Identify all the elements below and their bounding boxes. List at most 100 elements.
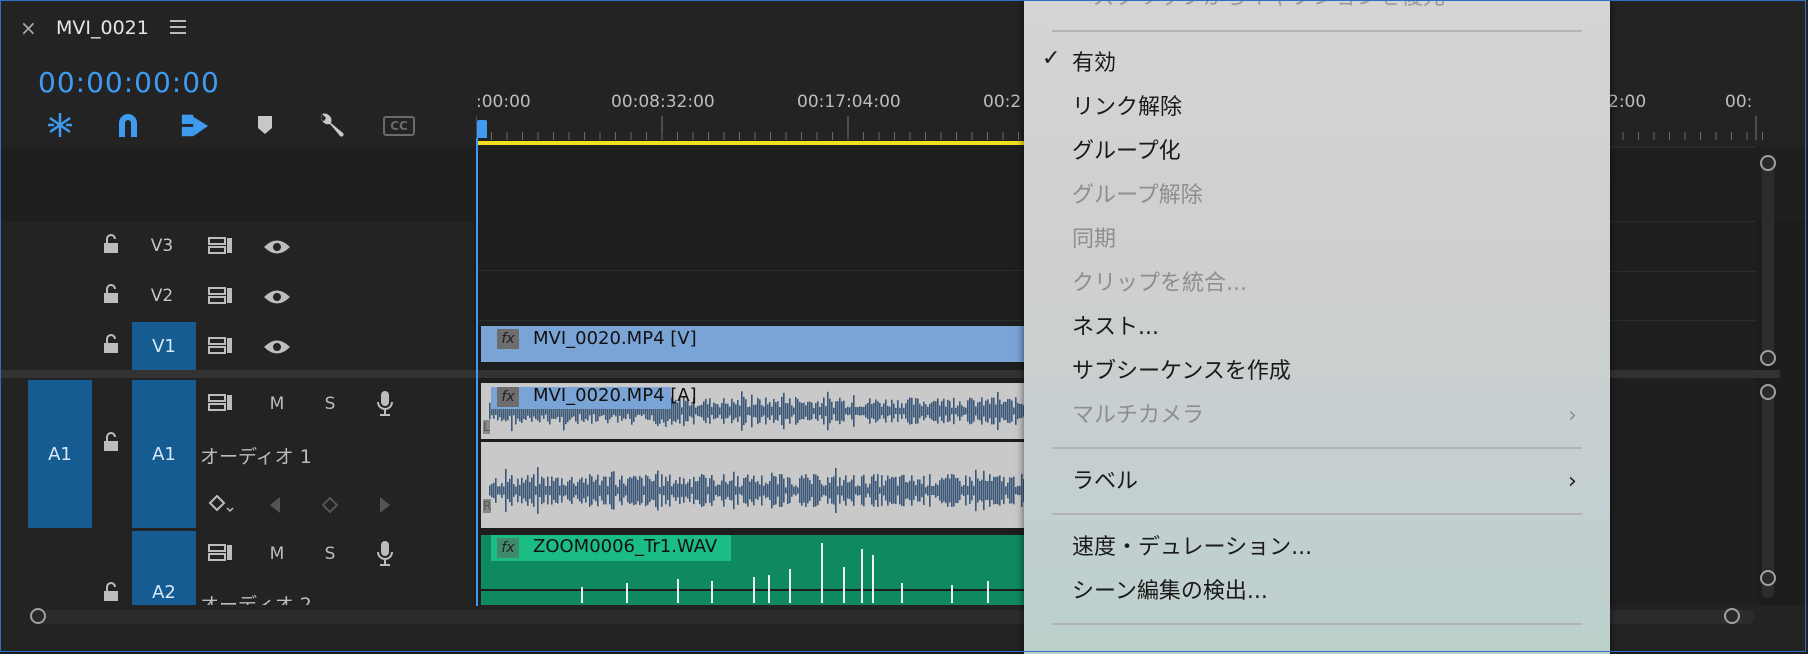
menu-item-make-subsequence[interactable]: サブシーケンスを作成 xyxy=(1072,354,1291,390)
track-name-a2-text: オーディオ 2 xyxy=(200,594,312,605)
lane-line xyxy=(1610,271,1756,272)
clip-name: MVI_0020.MP4 [A] xyxy=(533,385,697,406)
playhead-handle[interactable] xyxy=(477,120,487,138)
playhead-line xyxy=(476,138,478,606)
video-clip[interactable]: fx MVI_0020.MP4 [V] xyxy=(481,326,1024,362)
scroll-knob[interactable] xyxy=(1760,570,1776,586)
menu-item-unlink[interactable]: リンク解除 xyxy=(1072,90,1182,126)
lock-icon[interactable] xyxy=(102,234,120,258)
snap-icon[interactable] xyxy=(113,110,143,140)
work-area-bar[interactable] xyxy=(478,141,1024,145)
track-target-a1[interactable]: A1 xyxy=(132,380,196,528)
mute-button[interactable]: M xyxy=(266,544,288,564)
track-name-a2[interactable]: オーディオ 2 xyxy=(200,590,312,605)
track-target-a2[interactable]: A2 xyxy=(132,531,196,605)
track-target-v1[interactable]: V1 xyxy=(132,322,196,370)
wrench-icon[interactable] xyxy=(316,110,346,140)
menu-item-ungroup[interactable]: グループ解除 xyxy=(1072,178,1203,214)
track-label-v2[interactable]: V2 xyxy=(148,286,176,306)
menu-item-group[interactable]: グループ化 xyxy=(1072,134,1181,170)
zoom-waveform xyxy=(581,543,989,603)
playhead-timecode[interactable]: 00:00:00:00 xyxy=(38,66,220,99)
track-label-a2: A2 xyxy=(152,582,176,603)
context-menu: ーズクリップからキャプションを復元 ✓ 有効 リンク解除 グループ化 グループ解… xyxy=(1024,0,1610,654)
mute-button[interactable]: M xyxy=(266,394,288,414)
insert-overwrite-icon[interactable] xyxy=(45,110,75,140)
menu-item-scene-edit-detection[interactable]: シーン編集の検出... xyxy=(1072,574,1268,610)
sequence-tab-title[interactable]: MVI_0021 xyxy=(56,17,149,39)
menu-item-label: ーズクリップからキャプションを復元 xyxy=(1072,0,1445,10)
track-label-v1: V1 xyxy=(152,335,176,357)
fx-badge[interactable]: fx xyxy=(497,387,519,407)
sync-lock-icon[interactable] xyxy=(208,236,234,260)
lane-line xyxy=(1610,320,1756,321)
marker-icon[interactable] xyxy=(250,110,280,140)
sync-lock-icon[interactable] xyxy=(208,393,234,417)
ruler-label: 00:08:32:00 xyxy=(611,92,715,112)
lock-icon[interactable] xyxy=(102,582,120,606)
menu-item-nest[interactable]: ネスト... xyxy=(1072,310,1159,346)
solo-button[interactable]: S xyxy=(320,544,340,564)
ruler-label: 00:2 xyxy=(983,92,1022,112)
menu-separator xyxy=(1052,513,1582,515)
keyframe-mode-icon[interactable] xyxy=(208,494,236,520)
menu-item-synchronize[interactable]: 同期 xyxy=(1072,222,1116,258)
track-label-v3[interactable]: V3 xyxy=(148,236,176,256)
checkmark-icon: ✓ xyxy=(1042,46,1061,71)
channel-divider xyxy=(481,439,1024,442)
linked-selection-icon[interactable] xyxy=(180,110,210,140)
audio-vertical-scrollbar[interactable] xyxy=(1762,386,1774,598)
menu-item-merge-clips[interactable]: クリップを統合... xyxy=(1072,266,1247,302)
audio-clip[interactable]: fx MVI_0020.MP4 [A] L R xyxy=(481,383,1024,528)
fx-badge[interactable]: fx xyxy=(497,329,519,349)
scroll-knob[interactable] xyxy=(1760,350,1776,366)
ruler-label: 00: xyxy=(1725,92,1753,112)
menu-item-multi-camera[interactable]: マルチカメラ xyxy=(1072,398,1204,434)
ruler-label: 2:00 xyxy=(1608,92,1647,112)
scroll-knob[interactable] xyxy=(1760,155,1776,171)
lane-line xyxy=(1610,221,1756,222)
eye-icon[interactable] xyxy=(263,238,291,260)
menu-item-restore-captions[interactable]: ーズクリップからキャプションを復元 xyxy=(1072,0,1445,12)
sync-lock-icon[interactable] xyxy=(208,336,234,360)
next-keyframe-icon[interactable] xyxy=(378,496,392,518)
lock-icon[interactable] xyxy=(102,432,120,456)
source-patch-a1[interactable]: A1 xyxy=(28,380,92,528)
video-vertical-scrollbar[interactable] xyxy=(1762,156,1774,366)
lock-icon[interactable] xyxy=(102,334,120,358)
menu-separator xyxy=(1052,30,1582,32)
close-tab-button[interactable]: × xyxy=(20,16,37,40)
microphone-icon[interactable] xyxy=(375,390,395,422)
scroll-knob[interactable] xyxy=(1724,608,1740,624)
track-name-a1[interactable]: オーディオ 1 xyxy=(200,442,312,469)
hamburger-icon[interactable] xyxy=(170,19,188,39)
eye-icon[interactable] xyxy=(263,338,291,360)
add-keyframe-icon[interactable] xyxy=(321,496,339,518)
captions-icon[interactable]: CC xyxy=(383,116,415,136)
sync-lock-icon[interactable] xyxy=(208,543,234,567)
channel-label-l: L xyxy=(483,420,490,434)
video-audio-divider xyxy=(1610,370,1780,378)
menu-item-speed-duration[interactable]: 速度・デュレーション... xyxy=(1072,530,1312,566)
menu-separator xyxy=(1052,447,1582,449)
menu-separator xyxy=(1052,623,1582,625)
ruler-label: :00:00 xyxy=(476,92,531,112)
clip-name: MVI_0020.MP4 [V] xyxy=(533,328,697,349)
submenu-chevron-icon: › xyxy=(1568,403,1577,428)
menu-item-label[interactable]: ラベル xyxy=(1072,464,1138,500)
scroll-knob[interactable] xyxy=(30,608,46,624)
ruler-label: 00:17:04:00 xyxy=(797,92,901,112)
solo-button[interactable]: S xyxy=(320,394,340,414)
lock-icon[interactable] xyxy=(102,284,120,308)
channel-label-r: R xyxy=(483,499,492,513)
source-label-a1: A1 xyxy=(48,443,72,465)
microphone-icon[interactable] xyxy=(375,540,395,572)
track-label-a1: A1 xyxy=(152,443,176,465)
menu-item-enabled[interactable]: 有効 xyxy=(1072,46,1116,82)
sync-lock-icon[interactable] xyxy=(208,286,234,310)
zoom-audio-clip[interactable]: fx ZOOM0006_Tr1.WAV xyxy=(481,535,1024,605)
scroll-knob[interactable] xyxy=(1760,384,1776,400)
eye-icon[interactable] xyxy=(263,288,291,310)
lane-line xyxy=(1610,146,1756,148)
prev-keyframe-icon[interactable] xyxy=(268,496,282,518)
